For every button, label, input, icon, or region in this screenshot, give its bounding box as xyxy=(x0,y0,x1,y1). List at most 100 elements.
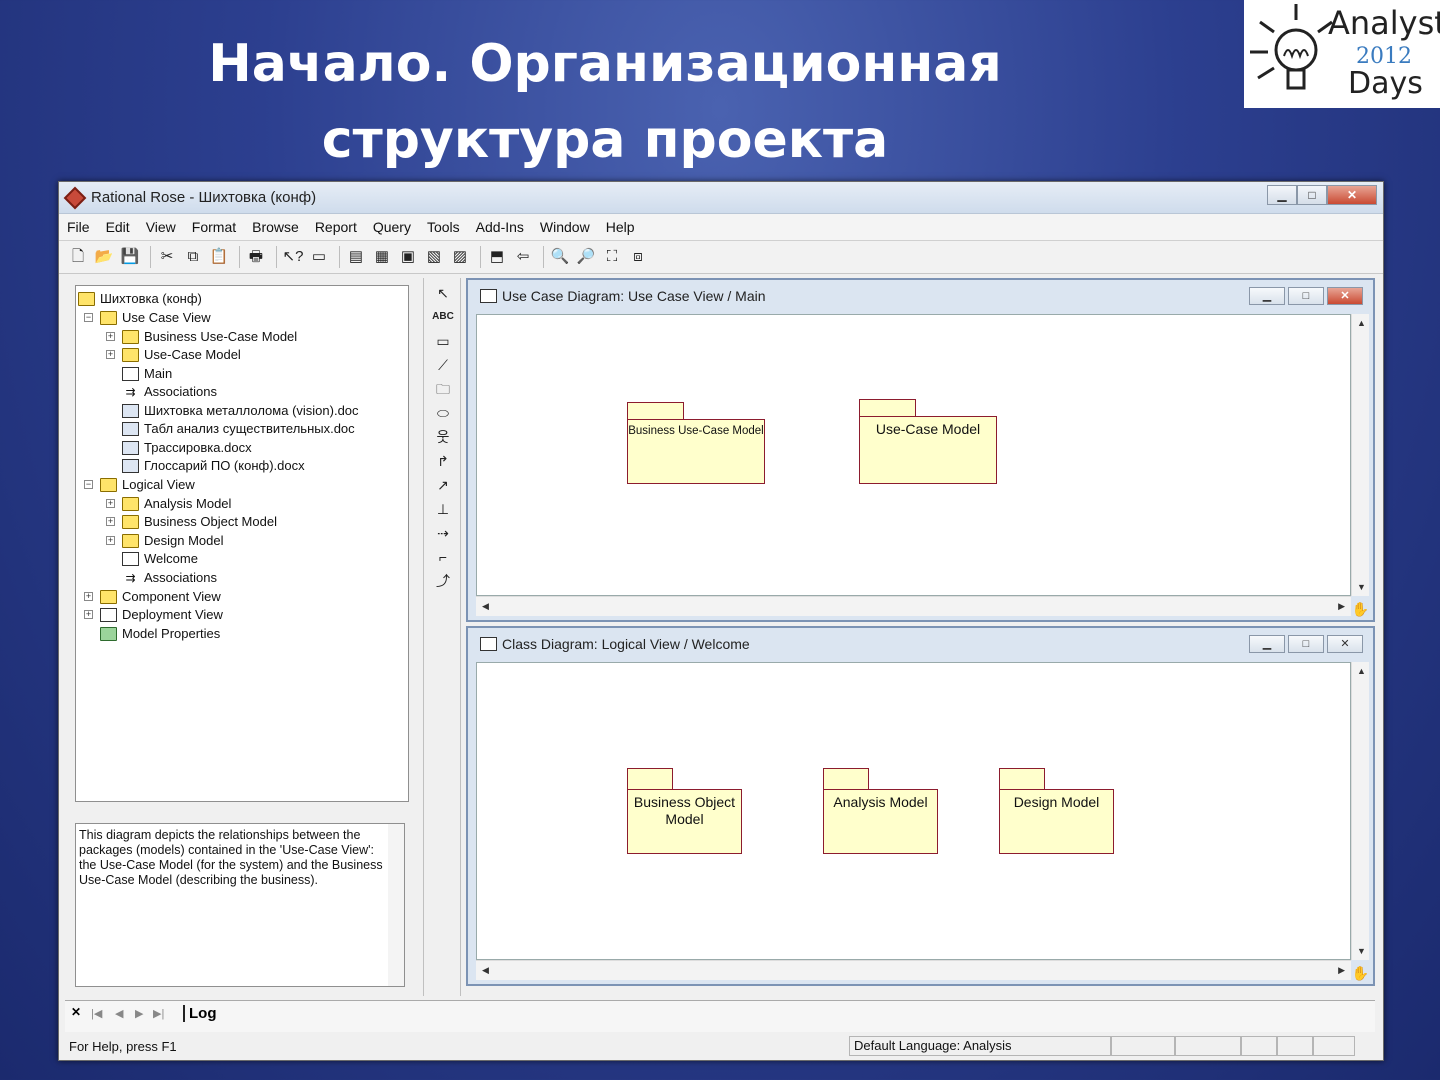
minimize-button[interactable]: ▁ xyxy=(1267,184,1297,205)
scroll-left-icon[interactable]: ◀ xyxy=(482,965,489,976)
paste-icon[interactable]: 📋 xyxy=(208,246,230,268)
tree-item[interactable]: Трассировка.docx xyxy=(122,439,252,457)
collapse-icon[interactable]: − xyxy=(84,313,93,322)
scroll-right-icon[interactable]: ▶ xyxy=(1338,965,1345,976)
minimize-button[interactable]: ▁ xyxy=(1249,287,1285,305)
close-log-icon[interactable]: ✕ xyxy=(71,1005,81,1019)
deployment-diagram-icon[interactable]: ▨ xyxy=(449,246,471,268)
undo-fit-icon[interactable]: ⧈ xyxy=(627,246,649,268)
horizontal-scrollbar[interactable]: ◀ ▶ xyxy=(476,596,1351,616)
realize-tool-icon[interactable]: ⌐ xyxy=(432,546,454,568)
tree-item[interactable]: Main xyxy=(122,365,172,383)
pan-hand-icon[interactable]: ✋ xyxy=(1352,965,1369,982)
pan-hand-icon[interactable]: ✋ xyxy=(1352,601,1369,618)
tree-item[interactable]: Use Case View xyxy=(100,309,211,327)
tree-item[interactable]: Welcome xyxy=(122,550,198,568)
scroll-up-icon[interactable]: ▲ xyxy=(1357,318,1366,328)
tree-item[interactable]: Deployment View xyxy=(100,606,223,624)
close-button[interactable]: ✕ xyxy=(1327,635,1363,653)
tree-item[interactable]: Business Object Model xyxy=(122,513,277,531)
scroll-left-icon[interactable]: ◀ xyxy=(482,601,489,612)
use-case-diagram-canvas[interactable]: Business Use-Case Model Use-Case Model xyxy=(476,314,1351,596)
view-browser-icon[interactable]: ▭ xyxy=(308,246,330,268)
class-diagram-icon[interactable]: ▤ xyxy=(345,246,367,268)
tree-item[interactable]: ⇉ Associations xyxy=(122,383,217,401)
use-case-tool-icon[interactable]: ⬭ xyxy=(432,402,454,424)
zoom-out-icon[interactable]: 🔎 xyxy=(575,246,597,268)
menu-query[interactable]: Query xyxy=(373,219,411,235)
scroll-up-icon[interactable]: ▲ xyxy=(1357,666,1366,676)
tree-item[interactable]: Business Use-Case Model xyxy=(122,328,297,346)
dependency-tool-icon[interactable]: ⇢ xyxy=(432,522,454,544)
menu-help[interactable]: Help xyxy=(606,219,635,235)
class-diagram-canvas[interactable]: Business Object Model Analysis Model Des… xyxy=(476,662,1351,960)
model-browser-tree[interactable]: Шихтовка (конф) − Use Case View + Busine… xyxy=(75,285,409,802)
vertical-scrollbar[interactable]: ▲ ▼ xyxy=(1351,662,1369,960)
log-nav-next-icon[interactable]: ▶ xyxy=(135,1007,143,1020)
log-nav-first-icon[interactable]: |◀ xyxy=(91,1007,102,1020)
expand-icon[interactable]: + xyxy=(106,499,115,508)
unidirectional-association-icon[interactable]: ↗ xyxy=(432,474,454,496)
log-nav-prev-icon[interactable]: ◀ xyxy=(115,1007,123,1020)
scroll-right-icon[interactable]: ▶ xyxy=(1338,601,1345,612)
selection-tool-icon[interactable]: ↖ xyxy=(432,282,454,304)
expand-icon[interactable]: + xyxy=(106,517,115,526)
menu-browse[interactable]: Browse xyxy=(252,219,299,235)
expand-icon[interactable]: + xyxy=(106,536,115,545)
maximize-button[interactable]: □ xyxy=(1288,287,1324,305)
association-tool-icon[interactable]: ↱ xyxy=(432,450,454,472)
expand-icon[interactable]: + xyxy=(84,610,93,619)
scroll-down-icon[interactable]: ▼ xyxy=(1357,946,1366,956)
menu-view[interactable]: View xyxy=(146,219,176,235)
fit-in-window-icon[interactable]: ⛶ xyxy=(601,246,623,268)
include-tool-icon[interactable]: ⤴ xyxy=(432,570,454,592)
note-tool-icon[interactable]: ▭ xyxy=(432,330,454,352)
collapse-icon[interactable]: − xyxy=(84,480,93,489)
tree-root[interactable]: Шихтовка (конф) xyxy=(78,290,202,308)
tree-item[interactable]: Design Model xyxy=(122,532,224,550)
tree-item[interactable]: Use-Case Model xyxy=(122,346,241,364)
component-diagram-icon[interactable]: ▣ xyxy=(397,246,419,268)
generalization-tool-icon[interactable]: ⊥ xyxy=(432,498,454,520)
expand-icon[interactable]: + xyxy=(84,592,93,601)
log-tab[interactable]: Log xyxy=(183,1005,221,1022)
statechart-diagram-icon[interactable]: ▧ xyxy=(423,246,445,268)
tree-item[interactable]: Табл анализ существительных.doc xyxy=(122,420,355,438)
actor-tool-icon[interactable]: 웃 xyxy=(432,426,454,448)
open-folder-icon[interactable]: 📂 xyxy=(93,246,115,268)
interaction-diagram-icon[interactable]: ▦ xyxy=(371,246,393,268)
horizontal-scrollbar[interactable]: ◀ ▶ xyxy=(476,960,1351,980)
menu-add-ins[interactable]: Add-Ins xyxy=(476,219,524,235)
tree-item[interactable]: Analysis Model xyxy=(122,495,231,513)
new-file-icon[interactable]: 🗋 xyxy=(67,246,89,268)
tree-item[interactable]: Шихтовка металлолома (vision).doc xyxy=(122,402,359,420)
tree-item[interactable]: Component View xyxy=(100,588,221,606)
close-button[interactable]: ✕ xyxy=(1327,287,1363,305)
maximize-button[interactable]: □ xyxy=(1288,635,1324,653)
menu-tools[interactable]: Tools xyxy=(427,219,460,235)
print-icon[interactable]: 🖶 xyxy=(245,246,267,268)
browse-parent-icon[interactable]: ⬒ xyxy=(486,246,508,268)
package-tool-icon[interactable]: 🗀 xyxy=(432,378,454,400)
browse-previous-icon[interactable]: ⇦ xyxy=(512,246,534,268)
menu-format[interactable]: Format xyxy=(192,219,236,235)
window-titlebar[interactable]: Rational Rose - Шихтовка (конф) ▁ □ ✕ xyxy=(59,182,1383,214)
tree-item[interactable]: Logical View xyxy=(100,476,195,494)
log-nav-last-icon[interactable]: ▶| xyxy=(153,1007,164,1020)
anchor-note-tool-icon[interactable]: ⟋ xyxy=(432,354,454,376)
menu-file[interactable]: File xyxy=(67,219,90,235)
vertical-scrollbar[interactable]: ▲ ▼ xyxy=(1351,314,1369,596)
copy-icon[interactable]: ⧉ xyxy=(182,246,204,268)
minimize-button[interactable]: ▁ xyxy=(1249,635,1285,653)
tree-item[interactable]: ⇉ Associations xyxy=(122,569,217,587)
expand-icon[interactable]: + xyxy=(106,350,115,359)
zoom-in-icon[interactable]: 🔍 xyxy=(549,246,571,268)
maximize-button[interactable]: □ xyxy=(1297,184,1327,205)
tree-item[interactable]: Глоссарий ПО (конф).docx xyxy=(122,457,305,475)
text-tool-icon[interactable]: ABC xyxy=(432,306,454,328)
menu-edit[interactable]: Edit xyxy=(106,219,130,235)
scroll-down-icon[interactable]: ▼ xyxy=(1357,582,1366,592)
context-help-icon[interactable]: ↖? xyxy=(282,246,304,268)
tree-item[interactable]: Model Properties xyxy=(100,625,220,643)
menu-window[interactable]: Window xyxy=(540,219,590,235)
